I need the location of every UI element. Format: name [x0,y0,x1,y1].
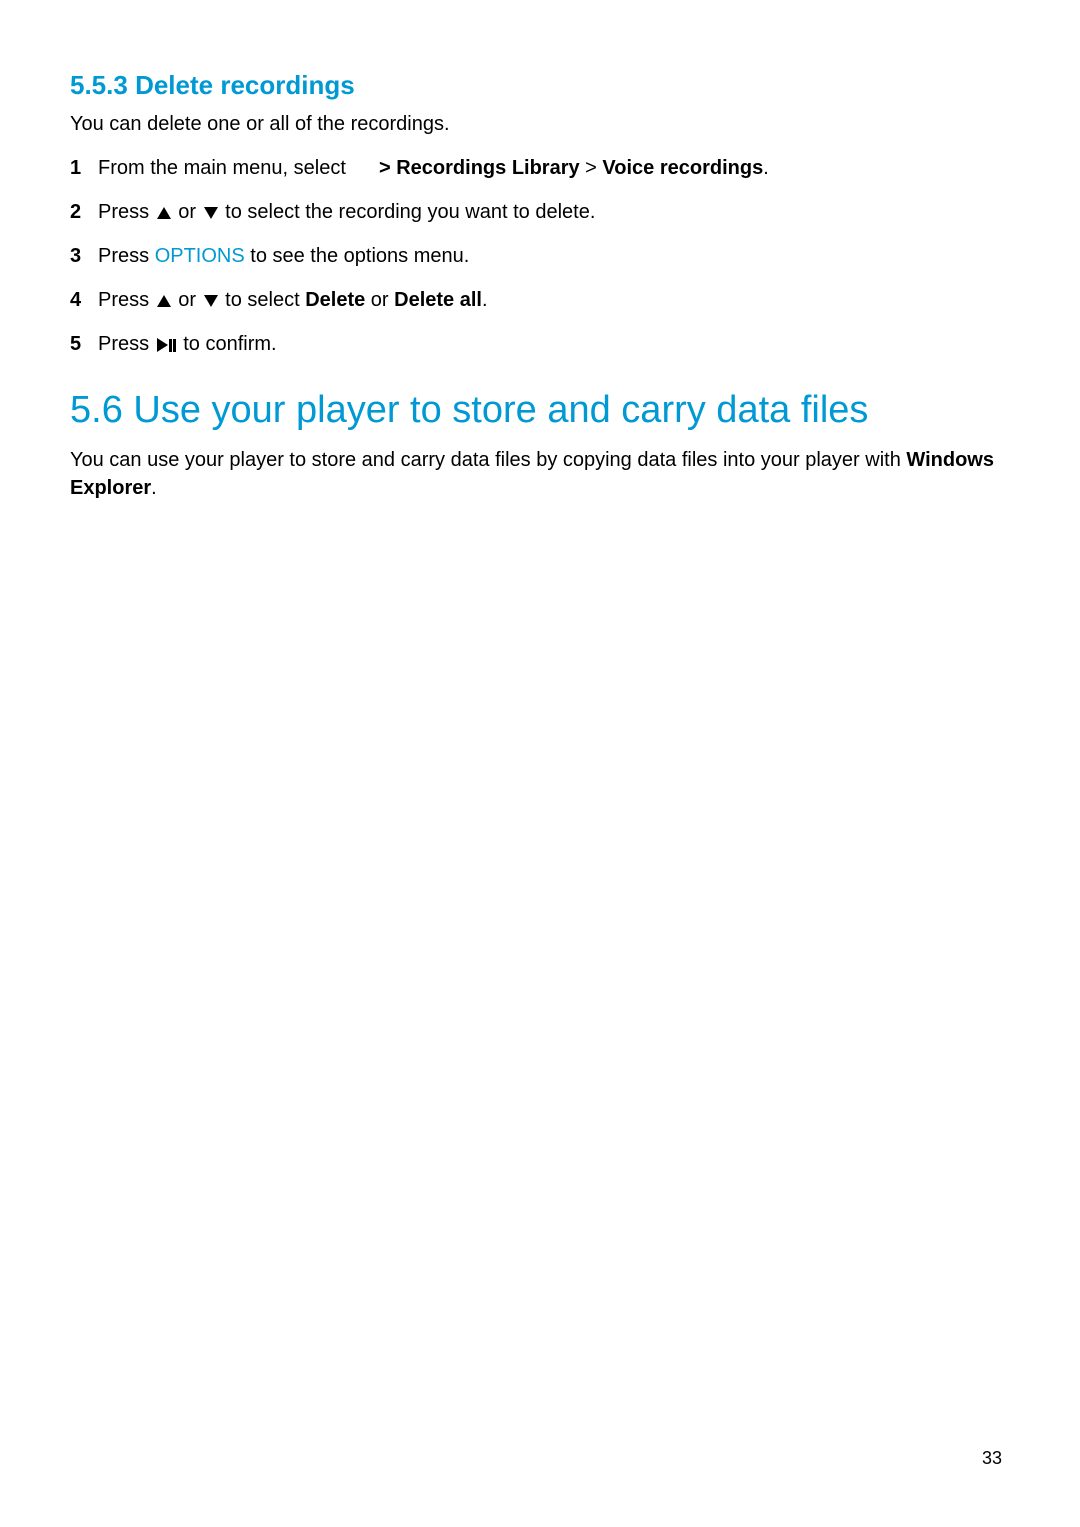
section-56-title: Use your player to store and carry data … [133,389,868,431]
text-fragment: to confirm. [178,333,277,355]
bold-fragment: Voice recordings [602,157,763,179]
text-fragment: or [173,289,202,311]
step-3: 3 Press OPTIONS to see the options menu. [70,242,1010,270]
section-553-intro: You can delete one or all of the recordi… [70,113,1010,136]
up-arrow-icon [157,207,171,219]
step-number: 4 [70,286,98,314]
text-fragment: . [482,289,488,311]
text-fragment: You can use your player to store and car… [70,449,906,471]
section-553-heading: 5.5.3 Delete recordings [70,70,1010,101]
step-number: 3 [70,242,98,270]
section-56-para: You can use your player to store and car… [70,446,1010,502]
step-text: From the main menu, select > Recordings … [98,154,1010,182]
text-fragment: or [365,289,394,311]
step-1: 1 From the main menu, select > Recording… [70,154,1010,182]
text-fragment: . [763,157,769,179]
text-fragment: to select the recording you want to dele… [220,201,596,223]
step-2: 2 Press or to select the recording you w… [70,198,1010,226]
step-5: 5 Press to confirm. [70,330,1010,359]
step-text: Press to confirm. [98,330,1010,359]
up-arrow-icon [157,295,171,307]
step-text: Press or to select Delete or Delete all. [98,286,1010,314]
down-arrow-icon [204,207,218,219]
step-text: Press or to select the recording you wan… [98,198,1010,226]
step-text: Press OPTIONS to see the options menu. [98,242,1010,270]
options-key: OPTIONS [155,245,245,267]
step-number: 1 [70,154,98,182]
text-fragment: Press [98,289,155,311]
bold-fragment: Delete [305,289,365,311]
step-number: 2 [70,198,98,226]
text-fragment: Press [98,201,155,223]
text-fragment: or [173,201,202,223]
text-fragment: . [151,477,157,499]
play-pause-icon [157,331,176,359]
bold-fragment: Delete all [394,289,482,311]
step-4: 4 Press or to select Delete or Delete al… [70,286,1010,314]
text-fragment: to select [220,289,306,311]
text-fragment: Press [98,245,155,267]
page-number: 33 [982,1448,1002,1469]
bold-fragment: > Recordings Library [379,157,580,179]
section-56-heading: 5.6 Use your player to store and carry d… [70,389,1010,432]
section-553-number: 5.5.3 [70,70,128,100]
text-fragment: Press [98,333,155,355]
text-fragment: to see the options menu. [245,245,470,267]
steps-list: 1 From the main menu, select > Recording… [70,154,1010,359]
step-number: 5 [70,330,98,358]
down-arrow-icon [204,295,218,307]
section-56-number: 5.6 [70,389,123,431]
text-fragment: From the main menu, select [98,157,351,179]
text-fragment: > [580,157,603,179]
section-553-title: Delete recordings [135,70,355,100]
